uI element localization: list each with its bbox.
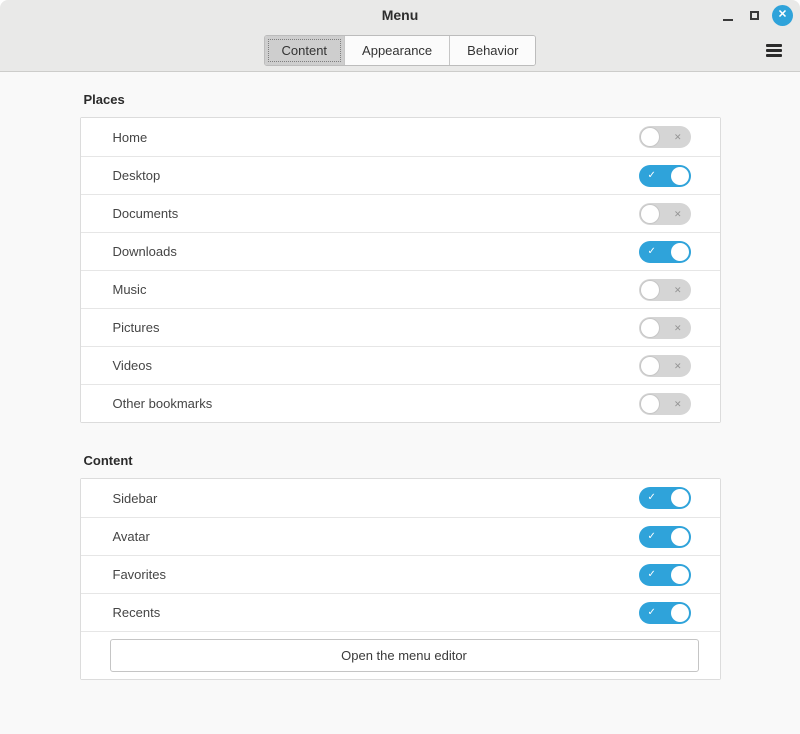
section-places: Places Home ✕ Desktop ✓ Documents ✕ Downloads ✓ M… [80,92,721,423]
button-row: Open the menu editor [81,631,720,679]
settings-row: Home ✕ [81,118,720,156]
row-label: Home [113,130,148,145]
settings-row: Sidebar ✓ [81,479,720,517]
settings-row: Recents ✓ [81,593,720,631]
maximize-button[interactable] [741,2,767,28]
open-the-menu-editor-button[interactable]: Open the menu editor [110,639,699,672]
toggle-desktop[interactable]: ✓ [639,165,691,187]
row-label: Documents [113,206,179,221]
toggle-knob [641,281,659,299]
check-icon: ✓ [648,165,656,187]
close-button[interactable]: ✕ [772,5,793,26]
toggle-videos[interactable]: ✕ [639,355,691,377]
window-controls: ✕ [715,0,793,30]
section-content: Content Sidebar ✓ Avatar ✓ Favorites ✓ Recents ✓… [80,453,721,680]
settings-row: Pictures ✕ [81,308,720,346]
settings-row: Downloads ✓ [81,232,720,270]
settings-row: Music ✕ [81,270,720,308]
settings-content: Places Home ✕ Desktop ✓ Documents ✕ Downloads ✓ M… [0,72,800,734]
row-label: Pictures [113,320,160,335]
settings-row: Favorites ✓ [81,555,720,593]
row-label: Desktop [113,168,161,183]
settings-row: Videos ✕ [81,346,720,384]
toggle-home[interactable]: ✕ [639,126,691,148]
check-icon: ✓ [648,526,656,548]
cross-icon: ✕ [674,317,682,339]
row-label: Music [113,282,147,297]
toggle-other-bookmarks[interactable]: ✕ [639,393,691,415]
toggle-knob [671,167,689,185]
toggle-sidebar[interactable]: ✓ [639,487,691,509]
cross-icon: ✕ [674,393,682,415]
toggle-favorites[interactable]: ✓ [639,564,691,586]
window-title: Menu [382,7,419,23]
toggle-knob [641,319,659,337]
close-icon: ✕ [778,9,787,20]
toggle-knob [671,566,689,584]
minimize-icon [723,19,733,21]
toggle-avatar[interactable]: ✓ [639,526,691,548]
toggle-documents[interactable]: ✕ [639,203,691,225]
settings-window: Menu ✕ ContentAppearanceBehavior PlacesH… [0,0,800,734]
toggle-knob [671,528,689,546]
settings-row: Desktop ✓ [81,156,720,194]
cross-icon: ✕ [674,203,682,225]
settings-panel: Sidebar ✓ Avatar ✓ Favorites ✓ Recents ✓ Open th… [80,478,721,680]
toggle-knob [671,489,689,507]
row-label: Downloads [113,244,177,259]
row-label: Videos [113,358,153,373]
settings-row: Other bookmarks ✕ [81,384,720,422]
settings-panel: Home✕Desktop✓Documents✕Downloads✓Music✕P… [80,117,721,423]
toggle-downloads[interactable]: ✓ [639,241,691,263]
toggle-recents[interactable]: ✓ [639,602,691,624]
toggle-knob [641,205,659,223]
cross-icon: ✕ [674,126,682,148]
toggle-knob [671,243,689,261]
row-label: Favorites [113,567,166,582]
tab-group: ContentAppearanceBehavior [264,35,537,66]
toggle-knob [641,128,659,146]
toolbar: ContentAppearanceBehavior [0,30,800,72]
settings-row: Documents ✕ [81,194,720,232]
titlebar[interactable]: Menu ✕ [0,0,800,30]
row-label: Recents [113,605,161,620]
app-menu-button[interactable] [757,35,791,67]
toggle-knob [671,604,689,622]
row-label: Sidebar [113,491,158,506]
toggle-pictures[interactable]: ✕ [639,317,691,339]
cross-icon: ✕ [674,355,682,377]
toggle-knob [641,395,659,413]
toggle-knob [641,357,659,375]
row-label: Other bookmarks [113,396,213,411]
toggle-music[interactable]: ✕ [639,279,691,301]
tab-behavior[interactable]: Behavior [449,36,535,65]
minimize-button[interactable] [715,2,741,28]
section-title: Content [84,453,721,468]
tab-content[interactable]: Content [265,36,345,65]
row-label: Avatar [113,529,150,544]
cross-icon: ✕ [674,279,682,301]
check-icon: ✓ [648,564,656,586]
hamburger-icon [766,42,782,60]
settings-row: Avatar ✓ [81,517,720,555]
check-icon: ✓ [648,602,656,624]
section-title: Places [84,92,721,107]
check-icon: ✓ [648,241,656,263]
check-icon: ✓ [648,487,656,509]
tab-appearance[interactable]: Appearance [344,36,449,65]
maximize-icon [750,11,759,20]
